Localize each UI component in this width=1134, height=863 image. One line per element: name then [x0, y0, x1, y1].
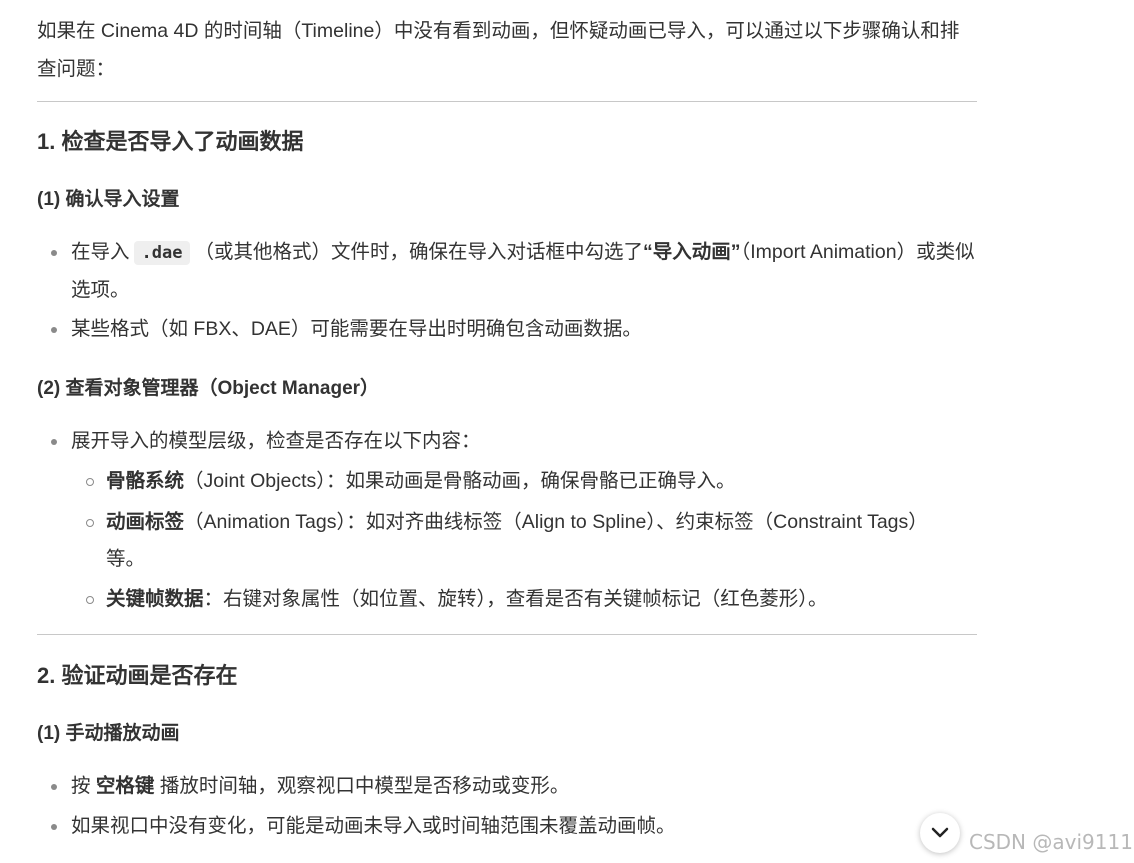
bullet-icon	[51, 327, 57, 333]
chevron-down-icon	[931, 827, 949, 838]
subsection-heading-2-1: (1) 手动播放动画	[37, 723, 180, 744]
intro-paragraph: 如果在 Cinema 4D 的时间轴（Timeline）中没有看到动画，但怀疑动…	[37, 20, 960, 80]
bullet-icon	[51, 824, 57, 830]
list-item: 展开导入的模型层级，检查是否存在以下内容：	[51, 423, 977, 460]
bold-text: 动画标签	[106, 511, 185, 533]
subsection-heading-1-2: (2) 查看对象管理器（Object Manager）	[37, 378, 380, 399]
bold-text: 骨骼系统	[106, 470, 185, 492]
section-heading-2: 2. 验证动画是否存在	[37, 663, 238, 688]
hollow-bullet-icon	[86, 519, 94, 527]
bullet-icon	[51, 784, 57, 790]
bullet-icon	[51, 250, 57, 256]
sub-list-item: 关键帧数据：右键对象属性（如位置、旋转），查看是否有关键帧标记（红色菱形）。	[86, 581, 956, 618]
divider	[37, 634, 977, 635]
section-heading-1: 1. 检查是否导入了动画数据	[37, 129, 304, 154]
bold-text: 空格键	[95, 775, 155, 797]
list-item: 在导入 .dae （或其他格式）文件时，确保在导入对话框中勾选了“导入动画”（Imp…	[51, 234, 977, 309]
list-item: 某些格式（如 FBX、DAE）可能需要在导出时明确包含动画数据。	[51, 311, 977, 348]
list-item: 按 空格键 播放时间轴，观察视口中模型是否移动或变形。	[51, 768, 951, 805]
bullet-icon	[51, 439, 57, 445]
watermark: CSDN @avi9111	[969, 830, 1133, 854]
subsection-heading-1-1: (1) 确认导入设置	[37, 189, 180, 210]
scroll-down-button[interactable]	[920, 813, 960, 853]
bold-text: “导入动画”	[642, 241, 741, 263]
sub-list-item: 动画标签（Animation Tags）：如对齐曲线标签（Align to Sp…	[86, 504, 956, 578]
sub-list-item: 骨骼系统（Joint Objects）：如果动画是骨骼动画，确保骨骼已正确导入。	[86, 463, 956, 500]
divider	[37, 101, 977, 102]
hollow-bullet-icon	[86, 596, 94, 604]
list-item: 如果视口中没有变化，可能是动画未导入或时间轴范围未覆盖动画帧。	[51, 808, 951, 845]
bold-text: 关键帧数据	[106, 588, 204, 610]
inline-code: .dae	[133, 241, 191, 265]
hollow-bullet-icon	[86, 478, 94, 486]
